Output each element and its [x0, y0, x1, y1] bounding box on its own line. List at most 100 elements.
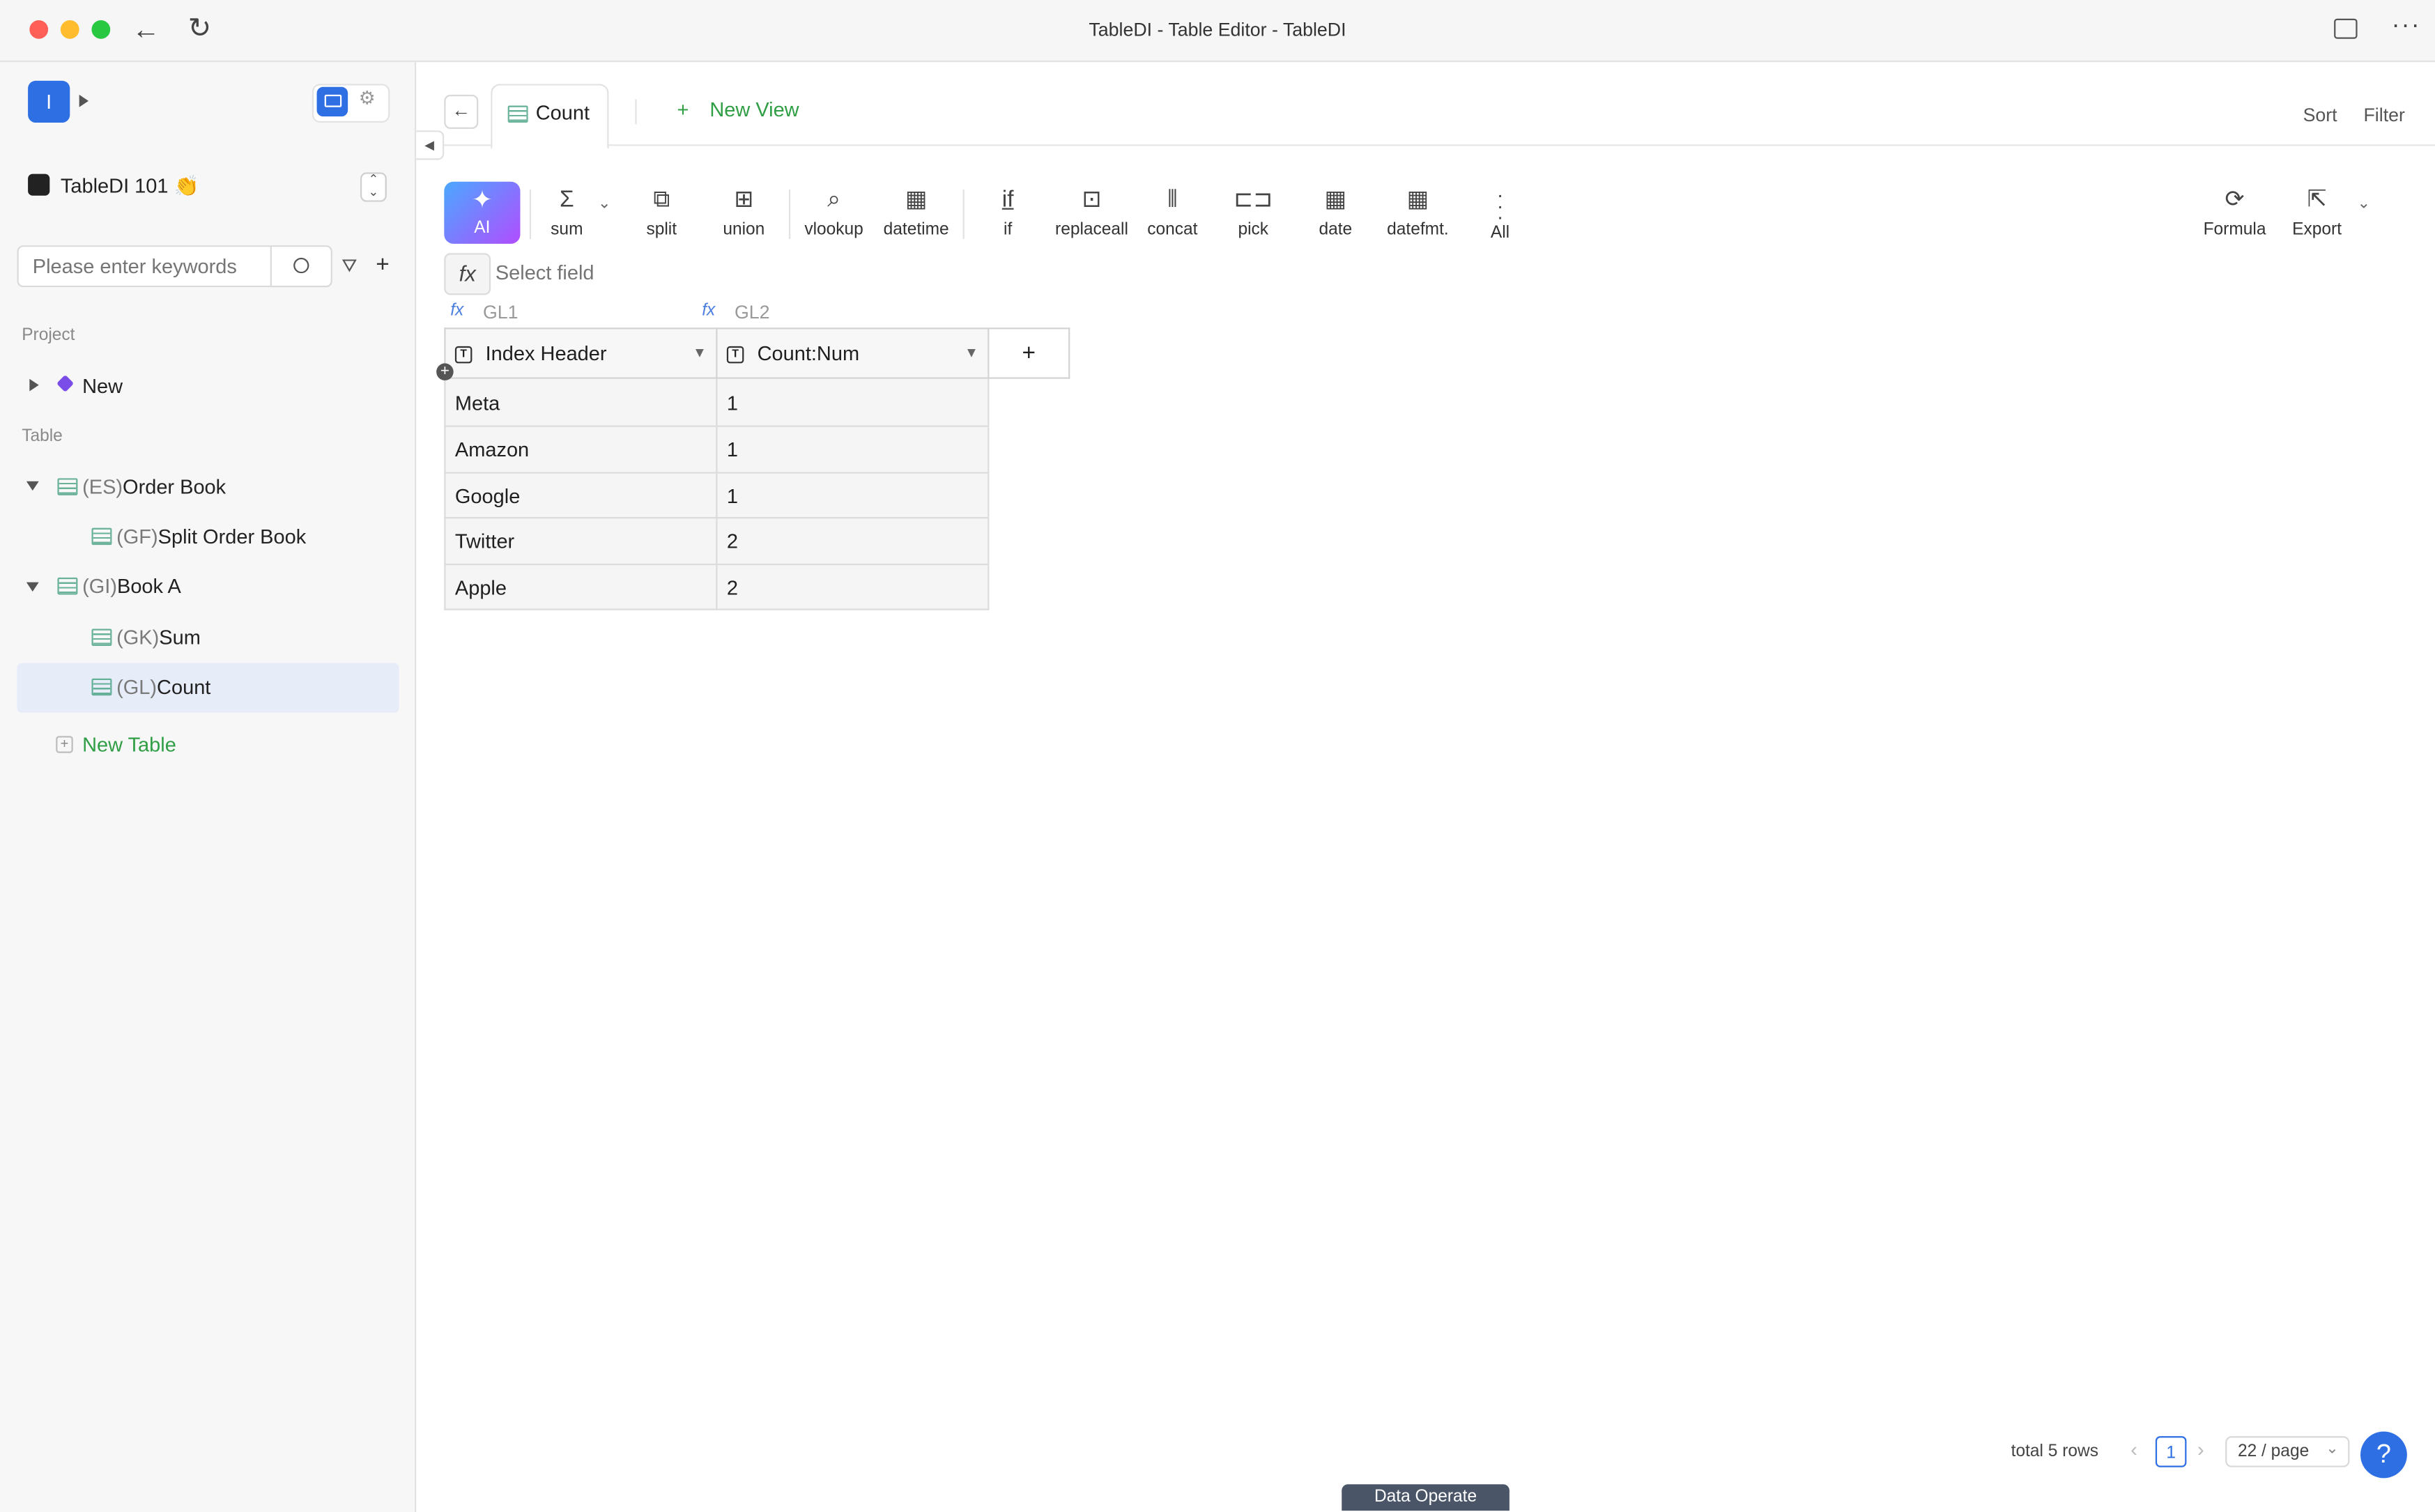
next-page-icon[interactable]: ›	[2197, 1437, 2204, 1460]
export-button[interactable]: ⇱ Export	[2286, 186, 2348, 239]
project-item-new[interactable]: New	[82, 374, 123, 397]
export-dropdown-icon[interactable]: ⌄	[2358, 196, 2371, 213]
table-cell[interactable]: Meta	[444, 377, 718, 427]
new-view-button[interactable]: New View	[709, 98, 799, 121]
table-icon	[57, 577, 78, 595]
add-icon[interactable]: +	[376, 252, 390, 278]
if-tool[interactable]: if if	[985, 186, 1031, 239]
data-operate-button[interactable]: Data Operate	[1342, 1484, 1510, 1511]
table-icon	[57, 478, 78, 495]
table-cell[interactable]: Apple	[444, 563, 718, 610]
help-button[interactable]: ?	[2360, 1431, 2407, 1479]
sort-button[interactable]: Sort	[2303, 104, 2337, 125]
more-options-icon[interactable]: ···	[2392, 13, 2421, 40]
new-table-button[interactable]: New Table	[82, 733, 176, 756]
collapse-order-book-icon[interactable]	[26, 481, 39, 491]
avatar[interactable]: I	[28, 80, 70, 123]
datetime-tool[interactable]: ▦ datetime	[879, 186, 953, 239]
toolbar-divider	[788, 189, 791, 240]
settings-gear-icon[interactable]: ⚙	[359, 87, 376, 109]
table-row: Apple 2	[444, 563, 1069, 610]
pick-icon: ⊏⊐	[1234, 186, 1273, 213]
add-column-button[interactable]: +	[988, 327, 1070, 379]
collapse-book-a-icon[interactable]	[26, 582, 39, 592]
table-cell[interactable]: 2	[716, 563, 990, 610]
sparkle-icon: ✦	[471, 187, 493, 215]
magnifier-icon: ⌕	[827, 186, 840, 213]
sidebar-item-split-order-book[interactable]: (GF)Split Order Book	[116, 525, 306, 548]
expand-chevron-icon[interactable]	[79, 94, 89, 107]
sidebar-search-input[interactable]	[17, 245, 270, 288]
cast-icon[interactable]	[2334, 18, 2358, 39]
export-icon: ⇱	[2307, 186, 2327, 213]
column-menu-icon[interactable]: ▼	[693, 341, 707, 364]
vertical-dots-icon: · · ·	[1496, 183, 1504, 229]
toolbar-divider	[529, 189, 532, 240]
table-cell[interactable]: Google	[444, 472, 718, 519]
column-header-index[interactable]: T Index Header ▼	[444, 327, 718, 379]
sidebar-item-book-a[interactable]: (GI)Book A	[82, 574, 181, 597]
column-header-count[interactable]: T Count:Num ▼	[716, 327, 990, 379]
desktop-view-button[interactable]	[316, 86, 348, 117]
tab-count-label: Count	[535, 100, 590, 125]
sum-dropdown-icon[interactable]: ⌄	[598, 196, 611, 213]
formula-button[interactable]: ⟳ Formula	[2197, 186, 2272, 239]
table-cell[interactable]: Amazon	[444, 425, 718, 474]
all-tools-button[interactable]: · · · All	[1480, 183, 1521, 242]
prev-page-icon[interactable]: ‹	[2130, 1437, 2137, 1460]
fx-icon: fx	[450, 301, 464, 321]
ai-button[interactable]: ✦ AI	[444, 181, 521, 244]
plus-icon: +	[56, 736, 73, 753]
table-cell[interactable]: 1	[716, 377, 990, 427]
table-row: Meta 1	[444, 377, 1069, 427]
workspace-switch-icon[interactable]: ⌃ ⌄	[360, 172, 387, 202]
column-id-gl2: GL2	[734, 301, 770, 323]
concat-tool[interactable]: ⫴ concat	[1142, 186, 1204, 239]
split-tool[interactable]: ⧉ split	[631, 186, 693, 239]
union-tool[interactable]: ⊞ union	[713, 186, 775, 239]
search-button[interactable]	[270, 245, 332, 288]
total-rows: total 5 rows	[2011, 1442, 2098, 1461]
table-row: Amazon 1	[444, 425, 1069, 474]
replaceall-tool[interactable]: ⊡ replaceall	[1050, 186, 1133, 239]
datefmt-tool[interactable]: ▦ datefmt.	[1382, 186, 1454, 239]
table-row: Google 1	[444, 472, 1069, 519]
union-icon: ⊞	[734, 186, 754, 213]
sum-tool[interactable]: Σsum	[537, 186, 597, 239]
project-section-label: Project	[22, 325, 75, 345]
formula-input[interactable]	[487, 253, 1435, 292]
back-button[interactable]: ←	[444, 94, 479, 129]
filter-button[interactable]: Filter	[2363, 104, 2404, 125]
plus-icon: +	[677, 98, 689, 121]
page-number[interactable]: 1	[2155, 1436, 2187, 1467]
data-grid: T Index Header ▼ T Count:Num ▼ + Meta 1 A…	[444, 327, 1070, 610]
sigma-icon: Σ	[559, 186, 574, 213]
table-icon	[507, 105, 528, 123]
pick-tool[interactable]: ⊏⊐ pick	[1227, 186, 1280, 239]
fx-icon: fx	[702, 301, 716, 321]
filter-icon[interactable]: ⛛	[341, 254, 357, 277]
add-row-icon[interactable]: +	[436, 363, 454, 380]
page-size-select[interactable]: 22 / page ⌄	[2225, 1436, 2350, 1467]
fx-icon[interactable]: fx	[444, 253, 491, 295]
sidebar-item-count[interactable]: (GL)Count	[116, 675, 210, 698]
sidebar-item-sum[interactable]: (GK)Sum	[116, 626, 201, 649]
table-cell[interactable]: 1	[716, 425, 990, 474]
expand-project-icon[interactable]	[29, 378, 39, 392]
tab-divider	[635, 99, 637, 125]
chevron-down-icon: ⌄	[2326, 1440, 2339, 1458]
table-icon	[91, 628, 112, 646]
concat-icon: ⫴	[1167, 186, 1178, 213]
split-icon: ⧉	[653, 186, 670, 213]
sidebar-item-order-book[interactable]: (ES)Order Book	[82, 475, 226, 498]
date-tool[interactable]: ▦ date	[1309, 186, 1362, 239]
calendar-icon: ▦	[1324, 186, 1347, 213]
workspace-name[interactable]: TableDI 101 👏	[61, 174, 199, 199]
vlookup-tool[interactable]: ⌕ vlookup	[798, 186, 870, 239]
table-cell[interactable]: 1	[716, 472, 990, 519]
if-icon: if	[1001, 186, 1014, 213]
collapse-sidebar-icon[interactable]: ◀	[416, 130, 445, 160]
table-cell[interactable]: Twitter	[444, 517, 718, 566]
table-cell[interactable]: 2	[716, 517, 990, 566]
column-menu-icon[interactable]: ▼	[965, 341, 978, 364]
